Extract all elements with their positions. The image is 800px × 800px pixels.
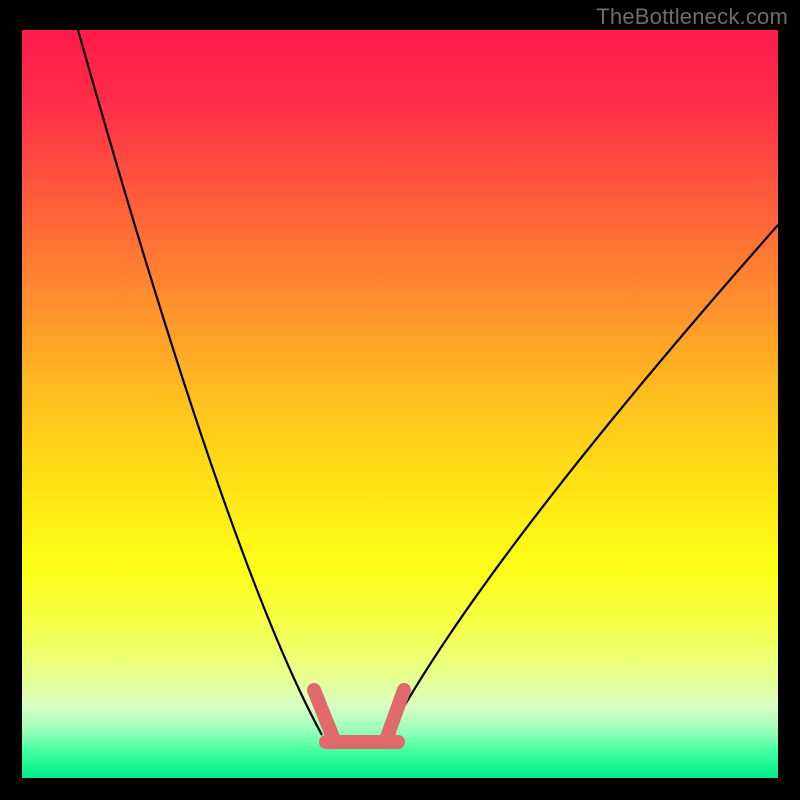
chart-stage: TheBottleneck.com bbox=[0, 0, 800, 800]
right-curve bbox=[388, 225, 778, 735]
accent-left bbox=[314, 690, 334, 740]
watermark-text: TheBottleneck.com bbox=[596, 4, 788, 30]
plot-frame bbox=[22, 30, 778, 778]
accent-group bbox=[314, 690, 404, 742]
left-curve bbox=[78, 30, 322, 735]
accent-right bbox=[386, 690, 404, 740]
curve-layer bbox=[22, 30, 778, 778]
